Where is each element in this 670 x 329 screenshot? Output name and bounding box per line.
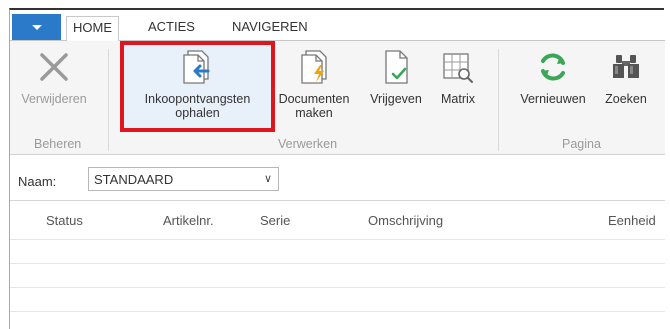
binoculars-icon	[606, 47, 646, 87]
grid-row-line	[10, 287, 665, 288]
delete-x-icon	[34, 47, 74, 87]
delete-button[interactable]: Verwijderen	[12, 47, 96, 106]
tab-acties[interactable]: ACTIES	[142, 16, 201, 42]
ribbon: Verwijderen Beheren Inkoopontvangsten op…	[10, 41, 665, 155]
app-menu-button[interactable]	[12, 14, 61, 40]
create-documents-label-line1: Documenten	[278, 92, 350, 106]
name-label: Naam:	[18, 174, 57, 189]
documents-lightning-icon	[294, 47, 334, 87]
column-header-description[interactable]: Omschrijving	[368, 213, 443, 228]
get-purchase-receipts-label-line1: Inkoopontvangsten	[144, 92, 251, 106]
matrix-button-label: Matrix	[440, 92, 476, 106]
refresh-icon	[533, 47, 573, 87]
group-label-verwerken: Verwerken	[278, 137, 338, 151]
create-documents-label-line2: maken	[295, 106, 333, 120]
matrix-button[interactable]: Matrix	[433, 47, 483, 106]
get-purchase-receipts-label-line2: ophalen	[175, 106, 220, 120]
find-button-label: Zoeken	[605, 92, 647, 106]
delete-button-label: Verwijderen	[21, 92, 87, 106]
column-header-series[interactable]: Serie	[260, 213, 290, 228]
release-button[interactable]: Vrijgeven	[365, 47, 427, 106]
column-header-item-no[interactable]: Artikelnr.	[163, 213, 214, 228]
group-separator	[108, 49, 109, 151]
refresh-button[interactable]: Vernieuwen	[511, 47, 595, 106]
name-select-value: STANDAARD	[94, 172, 174, 187]
find-button[interactable]: Zoeken	[598, 47, 654, 106]
get-document-icon	[178, 47, 218, 87]
group-separator	[498, 49, 499, 151]
lines-grid: Status Artikelnr. Serie Omschrijving Een…	[10, 200, 665, 329]
document-check-icon	[376, 47, 416, 87]
create-documents-button[interactable]: Documenten maken	[272, 47, 356, 120]
release-button-label: Vrijgeven	[370, 92, 422, 106]
column-header-status[interactable]: Status	[46, 213, 83, 228]
column-header-unit[interactable]: Eenheid	[608, 213, 656, 228]
chevron-down-icon: ∨	[263, 173, 272, 185]
page-frame: HOME ACTIES NAVIGEREN Verwijderen Behere…	[9, 8, 665, 329]
get-purchase-receipts-button[interactable]: Inkoopontvangsten ophalen	[124, 47, 271, 120]
group-label-pagina: Pagina	[562, 137, 601, 151]
tab-navigeren[interactable]: NAVIGEREN	[226, 16, 314, 42]
ribbon-tab-bar: HOME ACTIES NAVIGEREN	[10, 10, 665, 42]
view-filter-row: Naam: STANDAARD ∨	[10, 155, 665, 200]
group-label-beheren: Beheren	[34, 137, 82, 151]
grid-row-line	[10, 311, 665, 312]
tab-home[interactable]: HOME	[66, 16, 119, 42]
refresh-button-label: Vernieuwen	[520, 92, 586, 106]
chevron-down-icon	[31, 24, 42, 30]
name-select[interactable]: STANDAARD ∨	[88, 167, 279, 191]
matrix-magnifier-icon	[438, 47, 478, 87]
grid-row-line	[10, 263, 665, 264]
grid-row-line	[10, 239, 665, 240]
